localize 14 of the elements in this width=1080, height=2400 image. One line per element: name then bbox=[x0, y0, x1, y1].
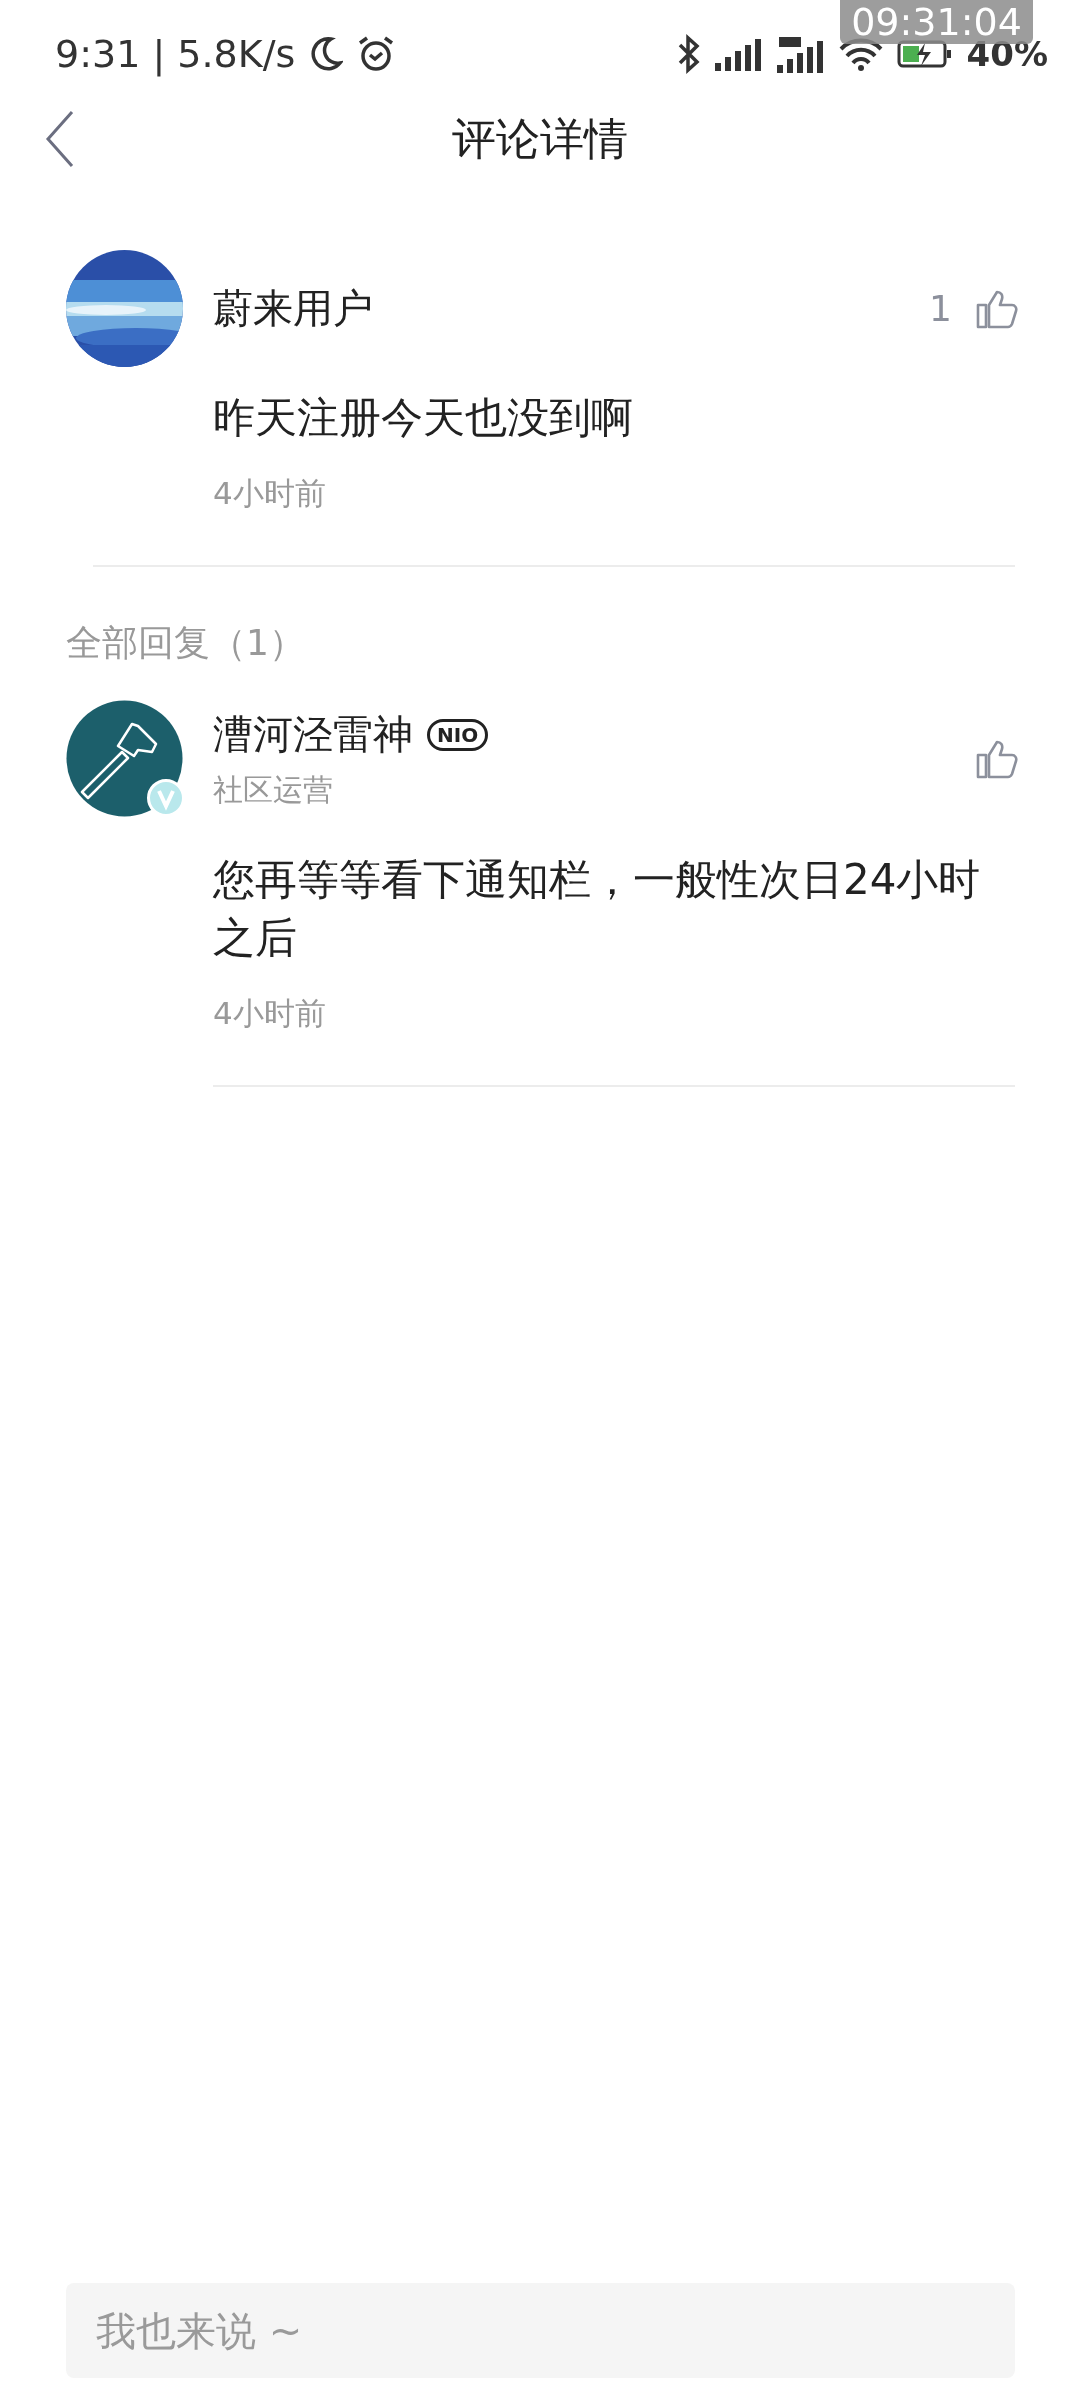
brand-badge: NIO bbox=[427, 718, 489, 751]
page-title: 评论详情 bbox=[452, 111, 628, 166]
replies-heading: 全部回复（1） bbox=[65, 621, 306, 665]
author-name: 蔚来用户 bbox=[213, 284, 374, 333]
comment-text: 昨天注册今天也没到啊 bbox=[213, 392, 634, 444]
reply-time: 4小时前 bbox=[213, 994, 327, 1033]
comment-input[interactable]: 我也来说 ~ bbox=[66, 2283, 1015, 2378]
author-role: 社区运营 bbox=[213, 770, 334, 809]
comment-time: 4小时前 bbox=[213, 474, 327, 513]
status-time: 9:31 | 5.8K/s bbox=[55, 32, 296, 76]
reply-text: 您再等等看下通知栏，一般性次日24小时之后 bbox=[213, 854, 982, 964]
clock-overlay: 09:31:04 bbox=[840, 0, 1033, 44]
like-count: 1 bbox=[929, 288, 952, 329]
author-name: 漕河泾雷神 bbox=[213, 710, 413, 760]
